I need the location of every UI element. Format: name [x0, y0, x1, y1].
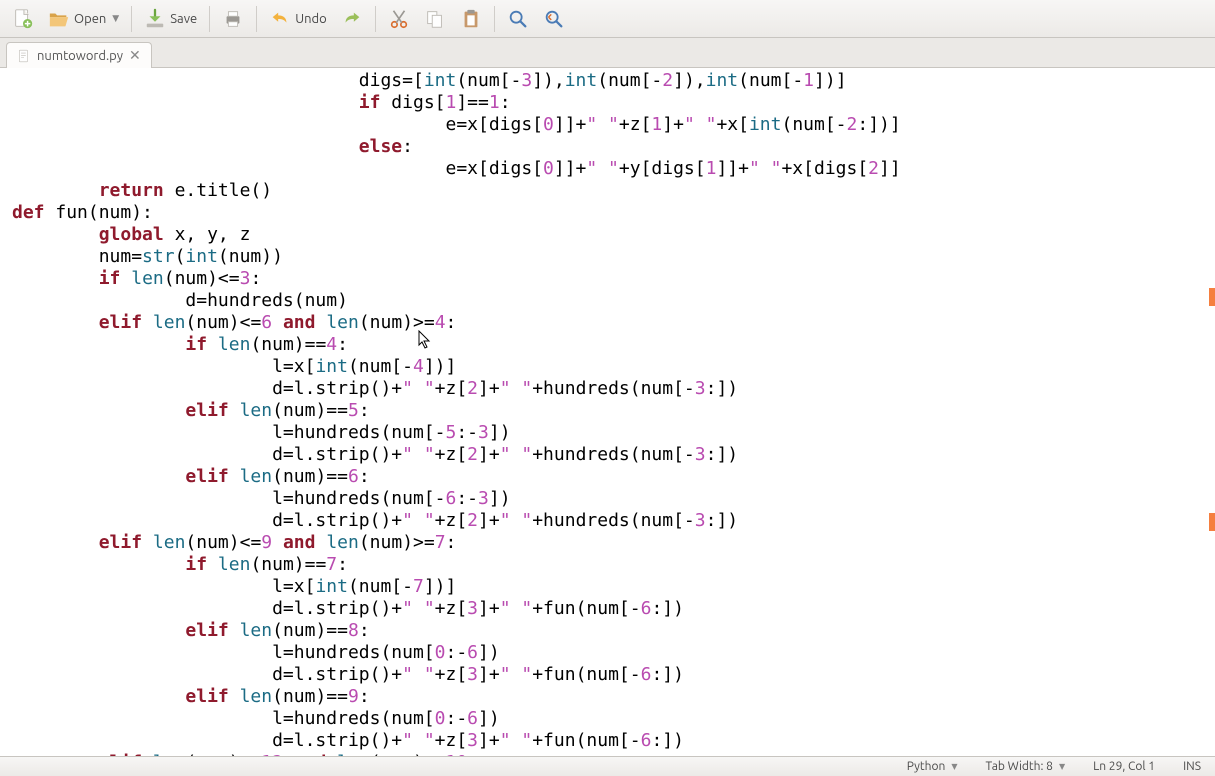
- new-file-button[interactable]: [6, 5, 40, 33]
- toolbar-separator: [209, 6, 210, 32]
- mode-label: INS: [1183, 760, 1201, 773]
- file-tab[interactable]: numtoword.py ✕: [6, 42, 152, 68]
- find-button[interactable]: [501, 5, 535, 33]
- paste-button[interactable]: [454, 5, 488, 33]
- save-label: Save: [170, 12, 197, 26]
- tab-bar: numtoword.py ✕: [0, 38, 1215, 68]
- position-label: Ln 29, Col 1: [1093, 760, 1155, 773]
- save-button[interactable]: Save: [138, 5, 203, 33]
- undo-button[interactable]: Undo: [263, 5, 333, 33]
- status-bar: Python ▼ Tab Width: 8 ▼ Ln 29, Col 1 INS: [0, 756, 1215, 776]
- copy-button[interactable]: [418, 5, 452, 33]
- new-file-icon: [12, 8, 34, 30]
- undo-label: Undo: [295, 12, 327, 26]
- copy-icon: [424, 8, 446, 30]
- scroll-marker: [1209, 513, 1215, 531]
- document-icon: [17, 49, 31, 63]
- open-dropdown-arrow-icon: ▼: [112, 13, 119, 24]
- cut-icon: [388, 8, 410, 30]
- tab-filename: numtoword.py: [37, 49, 123, 63]
- search-icon: [507, 8, 529, 30]
- print-button[interactable]: [216, 5, 250, 33]
- find-replace-button[interactable]: [537, 5, 571, 33]
- redo-icon: [341, 8, 363, 30]
- tab-close-button[interactable]: ✕: [129, 47, 141, 64]
- toolbar: Open ▼ Save Undo: [0, 0, 1215, 38]
- toolbar-separator: [131, 6, 132, 32]
- find-replace-icon: [543, 8, 565, 30]
- open-button[interactable]: Open ▼: [42, 5, 125, 33]
- redo-button[interactable]: [335, 5, 369, 33]
- tab-width-label: Tab Width: 8: [985, 760, 1052, 773]
- editor-area: digs=[int(num[-3]),int(num[-2]),int(num[…: [0, 68, 1215, 756]
- open-folder-icon: [48, 8, 70, 30]
- dropdown-arrow-icon: ▼: [1059, 762, 1065, 771]
- paste-icon: [460, 8, 482, 30]
- tab-width-selector[interactable]: Tab Width: 8 ▼: [971, 760, 1079, 773]
- print-icon: [222, 8, 244, 30]
- toolbar-separator: [494, 6, 495, 32]
- code-editor[interactable]: digs=[int(num[-3]),int(num[-2]),int(num[…: [0, 68, 1206, 756]
- language-mode-selector[interactable]: Python ▼: [893, 760, 972, 773]
- dropdown-arrow-icon: ▼: [951, 762, 957, 771]
- insert-mode[interactable]: INS: [1169, 760, 1215, 773]
- toolbar-separator: [375, 6, 376, 32]
- cut-button[interactable]: [382, 5, 416, 33]
- scroll-marker: [1209, 288, 1215, 306]
- save-icon: [144, 8, 166, 30]
- language-label: Python: [907, 760, 946, 773]
- cursor-position: Ln 29, Col 1: [1079, 760, 1169, 773]
- open-label: Open: [74, 12, 106, 26]
- undo-icon: [269, 8, 291, 30]
- toolbar-separator: [256, 6, 257, 32]
- code-content: digs=[int(num[-3]),int(num[-2]),int(num[…: [12, 70, 1206, 756]
